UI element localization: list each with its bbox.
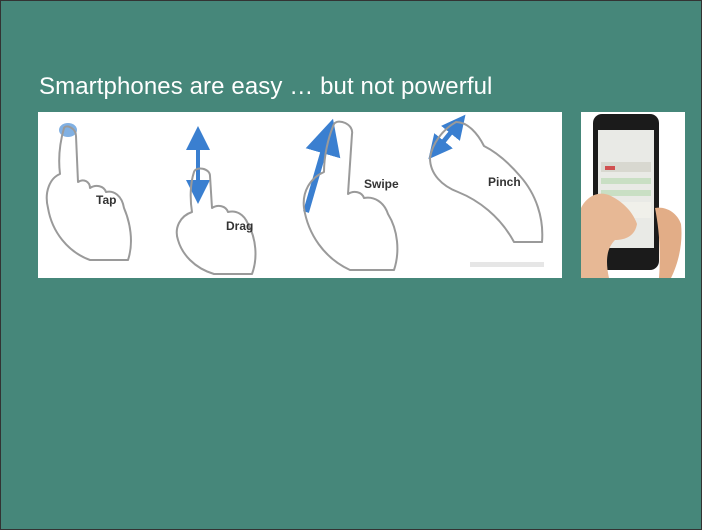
watermark-bar bbox=[470, 262, 544, 267]
gesture-illustration: Tap Drag Swipe Pinch bbox=[38, 112, 562, 278]
swipe-gesture-icon: Swipe bbox=[302, 118, 399, 271]
slide-title: Smartphones are easy … but not powerful bbox=[39, 73, 493, 100]
tap-label: Tap bbox=[96, 193, 116, 207]
smartphone-in-hand-photo bbox=[581, 112, 685, 278]
pinch-gesture-icon: Pinch bbox=[428, 114, 544, 243]
drag-gesture-icon: Drag bbox=[175, 126, 257, 275]
pinch-label: Pinch bbox=[488, 175, 521, 189]
swipe-label: Swipe bbox=[364, 177, 399, 191]
slide: Smartphones are easy … but not powerful … bbox=[0, 0, 702, 530]
drag-label: Drag bbox=[226, 219, 253, 233]
tap-gesture-icon: Tap bbox=[45, 123, 132, 261]
